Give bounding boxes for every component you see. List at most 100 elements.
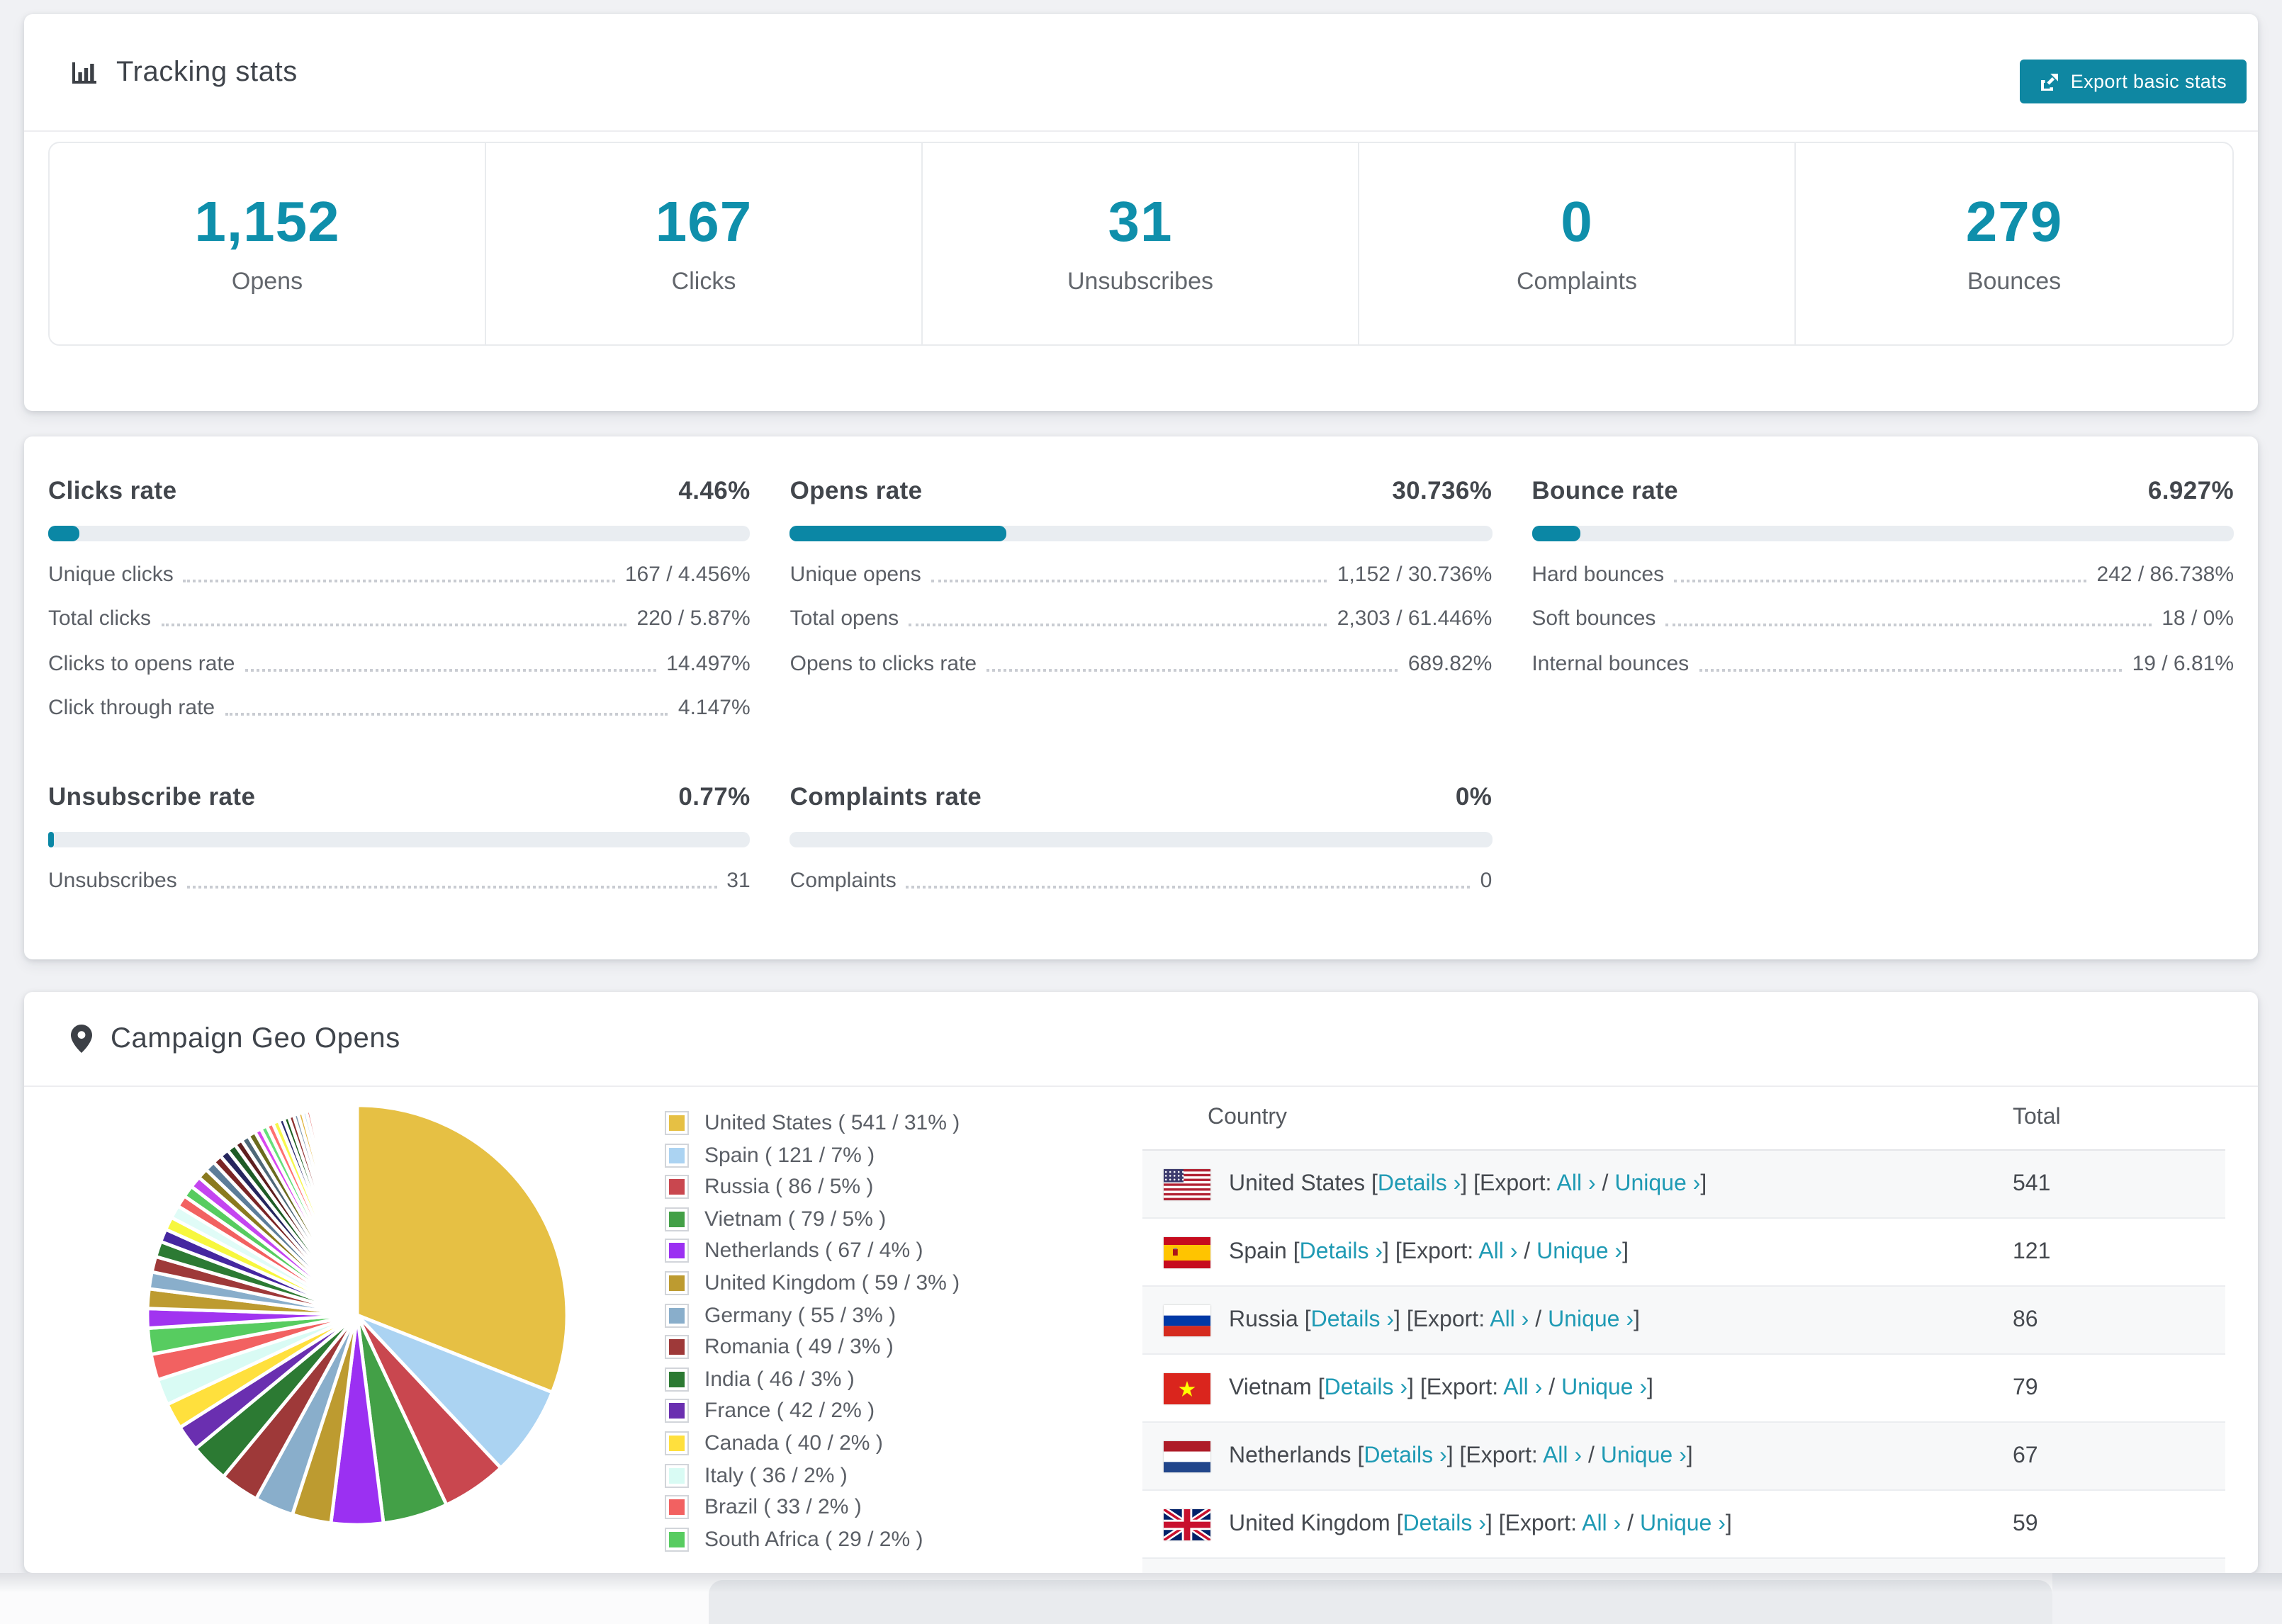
legend-color-chip <box>665 1399 689 1423</box>
country-total: 541 <box>2013 1171 2051 1195</box>
legend-color-chip <box>665 1175 689 1200</box>
legend-item-spain: Spain ( 121 / 7% ) <box>665 1143 960 1168</box>
pie-slice-other <box>354 1103 359 1317</box>
rate-row-label: Unique opens <box>789 562 921 586</box>
card-title-tracking: Tracking stats <box>116 56 298 87</box>
stat-opens: 1,152 Opens <box>50 143 486 344</box>
rate-row-value: 0 <box>1480 868 1493 892</box>
dotted-leader <box>1699 668 2123 671</box>
rates-card: Clicks rate 4.46% Unique clicks 167 / 4.… <box>24 436 2258 959</box>
rate-block-clicks-rate: Clicks rate 4.46% Unique clicks 167 / 4.… <box>48 459 751 720</box>
rate-row-label: Internal bounces <box>1531 651 1690 675</box>
legend-item-france: France ( 42 / 2% ) <box>665 1399 960 1423</box>
table-row-gb: United Kingdom [Details ›] [Export: All … <box>1142 1491 2225 1559</box>
country-name: Russia <box>1229 1307 1305 1331</box>
export-all-link[interactable]: All › <box>1557 1171 1596 1195</box>
country-total: 121 <box>2013 1239 2051 1263</box>
legend-label: United States ( 541 / 31% ) <box>704 1111 960 1135</box>
stat-value: 1,152 <box>194 191 340 254</box>
legend-label: Netherlands ( 67 / 4% ) <box>704 1239 923 1263</box>
legend-item-italy: Italy ( 36 / 2% ) <box>665 1463 960 1488</box>
rate-value: 0% <box>1455 782 1493 811</box>
tracking-stats-card: Tracking stats Export basic stats 1,152 … <box>24 14 2258 411</box>
campaign-geo-opens-card: Campaign Geo Opens United States ( 541 /… <box>24 992 2258 1573</box>
rate-block-opens-rate: Opens rate 30.736% Unique opens 1,152 / … <box>789 459 1493 720</box>
legend-label: Russia ( 86 / 5% ) <box>704 1175 874 1200</box>
rate-row-click-through-rate: Click through rate 4.147% <box>48 696 751 720</box>
country-total: 59 <box>2013 1511 2038 1535</box>
legend-label: Italy ( 36 / 2% ) <box>704 1463 848 1488</box>
export-unique-link[interactable]: Unique › <box>1640 1511 1726 1535</box>
table-row-us: United States [Details ›] [Export: All ›… <box>1142 1151 2225 1219</box>
export-unique-link[interactable]: Unique › <box>1536 1239 1622 1263</box>
rate-title: Complaints rate <box>789 782 982 811</box>
legend-item-netherlands: Netherlands ( 67 / 4% ) <box>665 1239 960 1263</box>
table-rows: United States [Details ›] [Export: All ›… <box>1142 1151 2225 1573</box>
dotted-leader <box>244 668 657 671</box>
stat-complaints: 0 Complaints <box>1359 143 1796 344</box>
details-link[interactable]: Details › <box>1300 1239 1383 1263</box>
rate-row-label: Total opens <box>789 607 899 631</box>
progress-bar-fill <box>789 526 1006 541</box>
legend-label: Brazil ( 33 / 2% ) <box>704 1495 862 1520</box>
progress-bar <box>1531 526 2234 541</box>
details-link[interactable]: Details › <box>1364 1443 1446 1467</box>
rate-row-total-opens: Total opens 2,303 / 61.446% <box>790 607 1493 631</box>
column-header-country: Country <box>1208 1105 1288 1129</box>
country-name: Netherlands <box>1229 1443 1358 1467</box>
export-all-link[interactable]: All › <box>1543 1443 1582 1467</box>
details-link[interactable]: Details › <box>1311 1307 1394 1331</box>
progress-bar <box>789 526 1493 541</box>
legend-label: France ( 42 / 2% ) <box>704 1399 875 1423</box>
details-link[interactable]: Details › <box>1403 1511 1486 1535</box>
bar-chart-icon <box>71 59 98 86</box>
export-icon <box>2040 72 2059 91</box>
legend-item-india: India ( 46 / 3% ) <box>665 1367 960 1392</box>
export-all-link[interactable]: All › <box>1478 1239 1517 1263</box>
rate-row-label: Hard bounces <box>1531 562 1665 586</box>
stat-clicks: 167 Clicks <box>486 143 923 344</box>
export-unique-link[interactable]: Unique › <box>1561 1375 1647 1399</box>
stat-value: 279 <box>1965 191 2063 254</box>
dotted-leader <box>186 885 717 888</box>
export-unique-link[interactable]: Unique › <box>1548 1307 1634 1331</box>
dotted-leader <box>1674 579 2087 582</box>
legend-color-chip <box>665 1239 689 1263</box>
rate-row-label: Click through rate <box>48 696 215 720</box>
stat-label: Complaints <box>1516 268 1638 295</box>
dotted-leader <box>909 624 1327 626</box>
legend-item-russia: Russia ( 86 / 5% ) <box>665 1175 960 1200</box>
scale-wrapper: Tracking stats Export basic stats 1,152 … <box>0 0 2282 1624</box>
stat-unsubscribes: 31 Unsubscribes <box>923 143 1359 344</box>
legend-label: Vietnam ( 79 / 5% ) <box>704 1207 887 1231</box>
page: Tracking stats Export basic stats 1,152 … <box>0 0 2282 1624</box>
export-unique-link[interactable]: Unique › <box>1601 1443 1687 1467</box>
details-link[interactable]: Details › <box>1325 1375 1407 1399</box>
rate-value: 30.736% <box>1392 476 1493 504</box>
geo-header: Campaign Geo Opens <box>24 992 2258 1087</box>
export-all-link[interactable]: All › <box>1503 1375 1542 1399</box>
progress-bar <box>789 832 1493 847</box>
rate-row-unsubscribes: Unsubscribes 31 <box>48 868 751 892</box>
export-all-link[interactable]: All › <box>1582 1511 1621 1535</box>
rate-row-value: 18 / 0% <box>2162 607 2234 631</box>
legend-color-chip <box>665 1111 689 1135</box>
flag-vn-icon <box>1164 1372 1210 1404</box>
rate-row-opens-to-clicks-rate: Opens to clicks rate 689.82% <box>790 651 1493 675</box>
map-pin-icon <box>71 1025 92 1053</box>
legend-color-chip <box>665 1367 689 1392</box>
export-unique-link[interactable]: Unique › <box>1614 1171 1700 1195</box>
progress-bar <box>48 526 751 541</box>
rate-row-value: 167 / 4.456% <box>624 562 751 586</box>
card-bottom-shadow <box>0 1573 2282 1593</box>
export-all-link[interactable]: All › <box>1490 1307 1529 1331</box>
stat-value: 167 <box>655 191 753 254</box>
stats-summary: 1,152 Opens 167 Clicks 31 Unsubscribes 0… <box>48 142 2234 346</box>
export-button-label: Export basic stats <box>2070 71 2227 92</box>
geo-body: United States ( 541 / 31% ) Spain ( 121 … <box>24 1087 2258 1573</box>
rate-row-value: 220 / 5.87% <box>636 607 751 631</box>
details-link[interactable]: Details › <box>1378 1171 1461 1195</box>
export-basic-stats-button[interactable]: Export basic stats <box>2019 60 2247 103</box>
legend-color-chip <box>665 1495 689 1520</box>
rate-row-unique-clicks: Unique clicks 167 / 4.456% <box>48 562 751 586</box>
